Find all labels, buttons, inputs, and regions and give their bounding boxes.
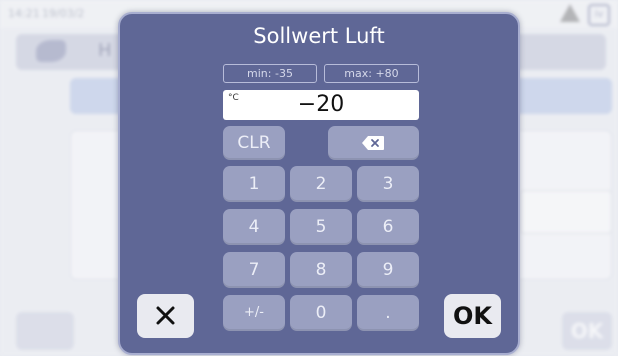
key-2[interactable]: 2 (290, 166, 352, 202)
leaf-icon (36, 40, 66, 62)
key-9[interactable]: 9 (357, 252, 419, 288)
max-limit-label: max: +80 (324, 64, 419, 83)
backspace-icon (362, 136, 384, 150)
key-0[interactable]: 0 (290, 295, 352, 331)
background-cancel-button (16, 312, 74, 350)
key-7[interactable]: 7 (223, 252, 285, 288)
key-3[interactable]: 3 (357, 166, 419, 202)
status-time: 14:21 (8, 7, 40, 20)
key-1[interactable]: 1 (223, 166, 285, 202)
cancel-button[interactable] (137, 294, 194, 338)
iv-badge: iv (588, 4, 610, 26)
close-icon (156, 306, 175, 325)
background-header-title: H (98, 40, 112, 61)
ok-button[interactable]: OK (444, 294, 501, 338)
background-value-box (520, 190, 612, 234)
value-display[interactable]: °C −20 (223, 90, 419, 120)
key-8[interactable]: 8 (290, 252, 352, 288)
background-ok-button: OK (562, 312, 612, 350)
key-5[interactable]: 5 (290, 209, 352, 245)
key-decimal[interactable]: . (357, 295, 419, 331)
key-4[interactable]: 4 (223, 209, 285, 245)
dialog-title: Sollwert Luft (253, 24, 385, 48)
key-6[interactable]: 6 (357, 209, 419, 245)
backspace-button[interactable] (328, 126, 419, 160)
setpoint-dialog: Sollwert Luft min: -35 max: +80 °C −20 C… (118, 12, 520, 355)
value-text: −20 (297, 92, 345, 117)
status-date: 19/03/2 (42, 7, 85, 20)
warning-icon (560, 4, 580, 22)
key-plus-minus[interactable]: +/- (223, 295, 285, 331)
min-limit-label: min: -35 (223, 64, 317, 83)
clear-button[interactable]: CLR (223, 126, 285, 160)
